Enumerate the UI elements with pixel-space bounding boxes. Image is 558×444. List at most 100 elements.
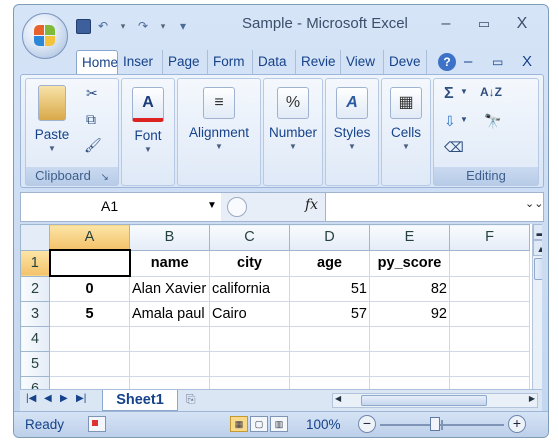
cells-button[interactable]: ▦ Cells ▼ — [384, 87, 428, 152]
cell-e4[interactable] — [369, 326, 450, 352]
column-header-e[interactable]: E — [369, 224, 450, 251]
cell-a5[interactable] — [49, 351, 130, 377]
tab-data[interactable]: Data — [253, 50, 296, 74]
cell-b1[interactable]: name — [129, 249, 210, 277]
cell-c3[interactable]: Cairo — [209, 301, 290, 327]
sheet-tab-sheet1[interactable]: Sheet1 — [102, 390, 178, 411]
redo-dropdown-icon[interactable]: ▾ — [155, 18, 171, 34]
horizontal-scrollbar[interactable]: ◀ ▶ — [332, 393, 538, 408]
page-break-view-icon[interactable]: ▥ — [270, 416, 288, 432]
sort-filter-icon[interactable]: A↓Z — [480, 85, 502, 99]
tab-review[interactable]: Revie — [296, 50, 341, 74]
scroll-left-icon[interactable]: ◀ — [335, 394, 341, 403]
cell-b3[interactable]: Amala paul — [129, 301, 210, 327]
workbook-close-button[interactable]: X — [522, 50, 532, 74]
row-header[interactable]: 6 — [20, 376, 50, 389]
chevron-down-icon[interactable]: ▼ — [207, 200, 217, 211]
dialog-launcher-icon[interactable]: ↘ — [100, 172, 108, 183]
cell-f3[interactable] — [449, 301, 530, 327]
insert-function-icon[interactable]: fx — [305, 197, 318, 213]
tab-insert[interactable]: Inser — [118, 50, 163, 74]
paste-button[interactable]: Paste ▼ — [32, 85, 72, 154]
cell-f5[interactable] — [449, 351, 530, 377]
cell-d2[interactable]: 51 — [289, 275, 370, 302]
tab-view[interactable]: View — [341, 50, 384, 74]
zoom-out-icon[interactable]: − — [358, 415, 376, 433]
cell-e6[interactable] — [369, 376, 450, 389]
insert-worksheet-icon[interactable]: ⎘ — [186, 392, 206, 408]
cell-d1[interactable]: age — [289, 249, 370, 277]
cell-a1[interactable] — [48, 249, 131, 277]
office-button[interactable] — [22, 13, 68, 59]
tab-developer[interactable]: Deve — [384, 50, 427, 74]
column-header-f[interactable]: F — [449, 224, 530, 251]
scroll-up-icon[interactable]: ▲ — [533, 240, 542, 256]
find-select-icon[interactable]: 🔭 — [484, 113, 501, 130]
styles-button[interactable]: A Styles ▼ — [328, 87, 376, 152]
ribbon-restore-button[interactable]: ▭ — [492, 50, 503, 74]
cell-a2[interactable]: 0 — [49, 275, 130, 302]
cell-b5[interactable] — [129, 351, 210, 377]
cancel-entry-icon[interactable] — [227, 197, 247, 217]
cell-f2[interactable] — [449, 275, 530, 302]
cell-c4[interactable] — [209, 326, 290, 352]
close-button[interactable]: X — [504, 11, 540, 37]
tab-home[interactable]: Home — [76, 50, 118, 75]
column-header-a[interactable]: A — [49, 224, 130, 251]
customize-qat-icon[interactable]: ▾ — [175, 18, 191, 34]
restore-button[interactable]: ▭ — [466, 11, 502, 37]
cell-e3[interactable]: 92 — [369, 301, 450, 327]
cell-b2[interactable]: Alan Xavier — [129, 275, 210, 302]
cut-icon[interactable]: ✂ — [86, 85, 98, 102]
cell-c5[interactable] — [209, 351, 290, 377]
cell-b4[interactable] — [129, 326, 210, 352]
undo-icon[interactable]: ↶ — [95, 18, 111, 34]
horizontal-scroll-thumb[interactable] — [361, 395, 487, 406]
cell-e2[interactable]: 82 — [369, 275, 450, 302]
vertical-scrollbar[interactable]: ▬ ▲ — [532, 224, 542, 389]
cell-f6[interactable] — [449, 376, 530, 389]
chevron-down-icon[interactable]: ▼ — [460, 87, 468, 96]
last-sheet-icon[interactable]: ▶| — [76, 393, 86, 404]
cell-d5[interactable] — [289, 351, 370, 377]
clear-icon[interactable]: ⌫ — [444, 139, 464, 156]
cell-c6[interactable] — [209, 376, 290, 389]
cell-d4[interactable] — [289, 326, 370, 352]
copy-icon[interactable]: ⧉ — [86, 111, 96, 128]
cell-a4[interactable] — [49, 326, 130, 352]
prev-sheet-icon[interactable]: ◀ — [44, 393, 52, 404]
minimize-button[interactable]: – — [428, 11, 464, 37]
tab-formulas[interactable]: Form — [208, 50, 253, 74]
select-all-corner[interactable] — [20, 224, 50, 251]
cell-e5[interactable] — [369, 351, 450, 377]
cell-f1[interactable] — [449, 249, 530, 277]
vertical-scroll-thumb[interactable] — [534, 258, 542, 280]
ribbon-minimize-button[interactable]: – — [464, 50, 472, 74]
cell-b6[interactable] — [129, 376, 210, 389]
next-sheet-icon[interactable]: ▶ — [60, 393, 68, 404]
name-box[interactable]: A1 ▼ — [21, 193, 222, 221]
expand-formula-bar-icon[interactable]: ⌄⌄ — [525, 197, 543, 215]
page-layout-view-icon[interactable]: ▢ — [250, 416, 268, 432]
normal-view-icon[interactable]: ▦ — [230, 416, 248, 432]
cell-f4[interactable] — [449, 326, 530, 352]
column-header-b[interactable]: B — [129, 224, 210, 251]
row-header[interactable]: 4 — [20, 326, 50, 352]
row-header[interactable]: 5 — [20, 351, 50, 377]
row-header[interactable]: 1 — [20, 249, 50, 277]
alignment-button[interactable]: ≡ Alignment ▼ — [180, 87, 258, 152]
help-icon[interactable]: ? — [438, 53, 456, 71]
fill-icon[interactable]: ⇩ — [444, 113, 456, 130]
undo-dropdown-icon[interactable]: ▾ — [115, 18, 131, 34]
chevron-down-icon[interactable]: ▼ — [460, 115, 468, 124]
cell-a3[interactable]: 5 — [49, 301, 130, 327]
column-header-d[interactable]: D — [289, 224, 370, 251]
column-header-c[interactable]: C — [209, 224, 290, 251]
format-painter-icon[interactable]: 🖌 — [84, 137, 102, 154]
first-sheet-icon[interactable]: |◀ — [26, 393, 36, 404]
number-button[interactable]: % Number ▼ — [266, 87, 320, 152]
cell-a6[interactable] — [49, 376, 130, 389]
formula-input[interactable] — [327, 193, 523, 221]
redo-icon[interactable]: ↷ — [135, 18, 151, 34]
zoom-slider-thumb[interactable] — [430, 417, 440, 431]
